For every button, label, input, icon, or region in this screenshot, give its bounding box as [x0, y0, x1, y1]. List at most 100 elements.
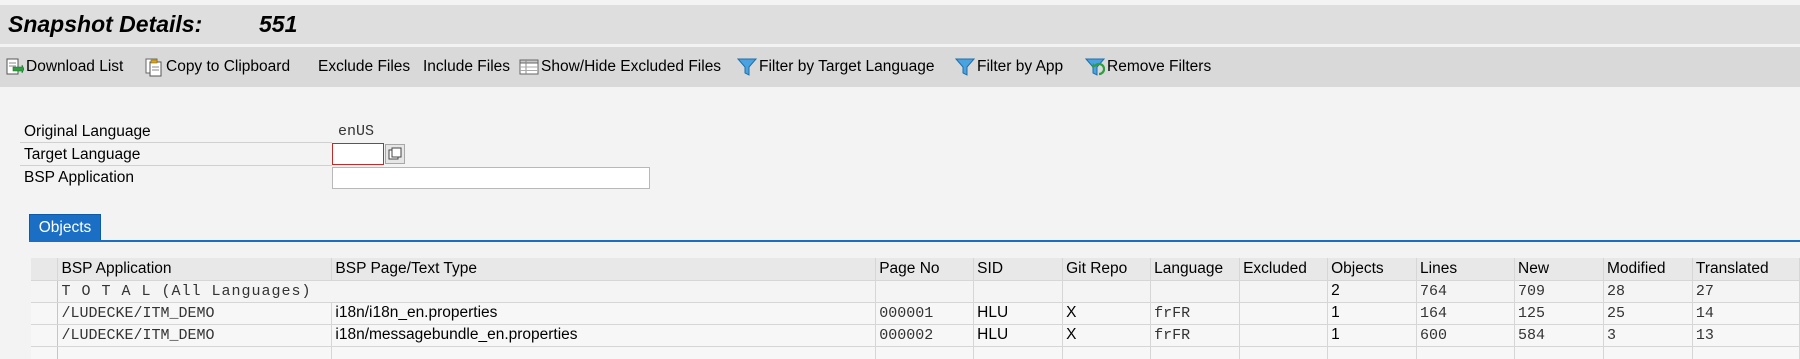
exclude-files-button[interactable]: Exclude Files [318, 55, 410, 79]
column-header-sid[interactable]: SID [973, 258, 1064, 281]
tab-objects-label: Objects [38, 218, 92, 236]
include-files-label: Include Files [423, 58, 511, 75]
objects-table: BSP Application BSP Page/Text Type Page … [31, 258, 1800, 359]
column-header-lines[interactable]: Lines [1416, 258, 1515, 281]
original-language-value: enUS [338, 123, 375, 140]
cell-new: 584 [1514, 324, 1604, 347]
table-row[interactable]: /LUDECKE/ITM_DEMO i18n/messagebundle_en.… [31, 324, 1800, 347]
exclude-files-label: Exclude Files [318, 58, 411, 75]
cell-page-no: 000002 [875, 324, 975, 347]
title-bar: Snapshot Details: 551 [0, 5, 1800, 44]
original-language-label: Original Language [24, 123, 151, 140]
include-files-button[interactable]: Include Files [423, 55, 510, 79]
column-header-bsp-application[interactable]: BSP Application [57, 258, 333, 281]
row-selector[interactable] [31, 302, 59, 325]
table-row-empty [31, 346, 1800, 359]
cell-bsp-application: /LUDECKE/ITM_DEMO [57, 302, 333, 325]
cell-bsp-page: i18n/messagebundle_en.properties [331, 324, 877, 347]
table-cell [1514, 346, 1604, 359]
cell-translated: 13 [1692, 324, 1800, 347]
cell-objects: 1 [1327, 324, 1418, 347]
total-label: T O T A L (All Languages) [57, 280, 877, 303]
total-lines: 764 [1416, 280, 1515, 303]
cell-objects: 1 [1327, 302, 1418, 325]
column-header-git-repo[interactable]: Git Repo [1062, 258, 1152, 281]
cell-new: 125 [1514, 302, 1604, 325]
table-cell [1692, 346, 1800, 359]
tab-objects[interactable]: Objects [29, 214, 101, 241]
download-list-label: Download List [26, 58, 124, 75]
table-cell [57, 346, 333, 359]
filter-icon [736, 57, 758, 77]
remove-filters-label: Remove Filters [1107, 58, 1212, 75]
cell-language: frFR [1150, 302, 1241, 325]
table-cell [1416, 346, 1515, 359]
bsp-application-input[interactable] [332, 167, 650, 189]
value-help-button[interactable] [385, 144, 405, 164]
cell-modified: 3 [1603, 324, 1693, 347]
cell-excluded [1239, 302, 1329, 325]
table-cell [875, 280, 975, 303]
table-icon [519, 57, 539, 77]
download-list-button[interactable]: Download List [4, 55, 123, 79]
row-selector[interactable] [31, 280, 59, 303]
cell-excluded [1239, 324, 1329, 347]
table-cell [1327, 346, 1418, 359]
cell-git-repo: X [1062, 302, 1152, 325]
show-hide-excluded-files-button[interactable]: Show/Hide Excluded Files [519, 55, 721, 79]
total-new: 709 [1514, 280, 1604, 303]
filter-by-app-label: Filter by App [977, 58, 1064, 75]
application-toolbar: Download List Copy to Clipboard Exclude … [0, 47, 1800, 87]
column-header-modified[interactable]: Modified [1603, 258, 1693, 281]
total-objects: 2 [1327, 280, 1418, 303]
remove-filter-icon [1084, 57, 1106, 77]
cell-sid: HLU [973, 302, 1064, 325]
form-divider [20, 142, 332, 143]
copy-to-clipboard-label: Copy to Clipboard [166, 58, 291, 75]
remove-filters-button[interactable]: Remove Filters [1084, 55, 1212, 79]
column-header-objects[interactable]: Objects [1327, 258, 1418, 281]
column-header-translated[interactable]: Translated [1692, 258, 1800, 281]
cell-lines: 164 [1416, 302, 1515, 325]
column-header-page-no[interactable]: Page No [875, 258, 975, 281]
show-hide-excluded-files-label: Show/Hide Excluded Files [541, 58, 722, 75]
bsp-application-label: BSP Application [24, 169, 135, 186]
total-modified: 28 [1603, 280, 1693, 303]
table-cell [973, 280, 1064, 303]
value-help-icon [388, 147, 402, 166]
total-translated: 27 [1692, 280, 1800, 303]
cell-language: frFR [1150, 324, 1241, 347]
table-cell [1150, 280, 1241, 303]
form-divider [20, 165, 332, 166]
row-selector[interactable] [31, 324, 59, 347]
tab-strip-underline [29, 240, 1800, 242]
snapshot-details-window: Snapshot Details: 551 Download List Copy… [0, 0, 1800, 359]
filter-by-target-language-button[interactable]: Filter by Target Language [736, 55, 935, 79]
table-cell [1603, 346, 1693, 359]
filter-by-app-button[interactable]: Filter by App [954, 55, 1064, 79]
cell-lines: 600 [1416, 324, 1515, 347]
copy-to-clipboard-button[interactable]: Copy to Clipboard [144, 55, 290, 79]
table-cell [331, 346, 877, 359]
table-cell [1150, 346, 1241, 359]
column-header-language[interactable]: Language [1150, 258, 1241, 281]
download-icon [4, 57, 25, 77]
cell-modified: 25 [1603, 302, 1693, 325]
row-selector[interactable] [31, 346, 59, 359]
cell-git-repo: X [1062, 324, 1152, 347]
filter-icon [954, 57, 976, 77]
target-language-input[interactable] [332, 143, 384, 165]
table-row[interactable]: /LUDECKE/ITM_DEMO i18n/i18n_en.propertie… [31, 302, 1800, 325]
table-header-row: BSP Application BSP Page/Text Type Page … [31, 258, 1800, 281]
cell-page-no: 000001 [875, 302, 975, 325]
column-header-bsp-page[interactable]: BSP Page/Text Type [331, 258, 877, 281]
select-all-cell[interactable] [31, 258, 59, 281]
column-header-new[interactable]: New [1514, 258, 1604, 281]
column-header-excluded[interactable]: Excluded [1239, 258, 1329, 281]
snapshot-id: 551 [259, 11, 298, 37]
table-cell [1062, 346, 1152, 359]
page-title: Snapshot Details: [8, 11, 203, 37]
table-cell [973, 346, 1064, 359]
table-total-row[interactable]: T O T A L (All Languages) 2 764 709 28 2… [31, 280, 1800, 303]
cell-bsp-application: /LUDECKE/ITM_DEMO [57, 324, 333, 347]
